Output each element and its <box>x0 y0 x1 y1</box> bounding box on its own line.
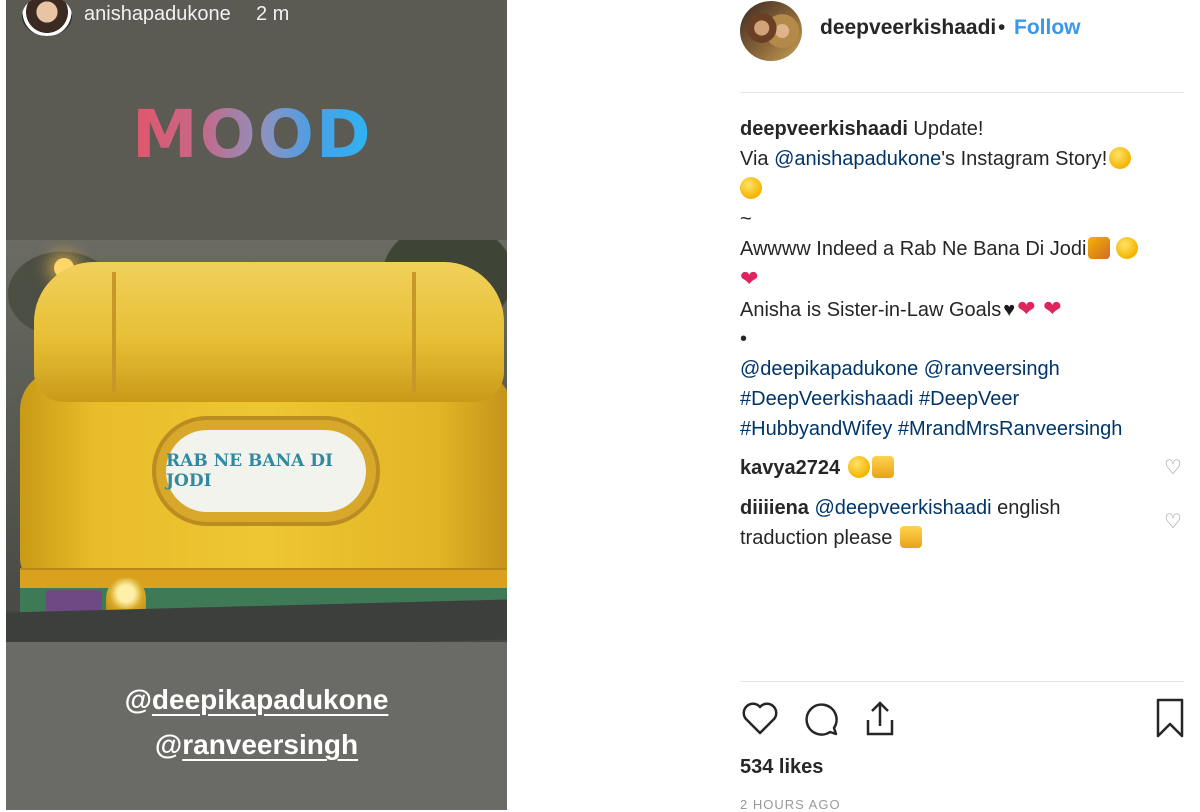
bookmark-icon[interactable] <box>1150 698 1190 738</box>
header-divider <box>740 92 1184 93</box>
follow-button[interactable]: Follow <box>1014 16 1081 40</box>
mood-sticker: MOOD <box>132 96 373 173</box>
story-username[interactable]: anishapadukone <box>84 3 231 26</box>
heart-eyes-emoji-icon <box>847 456 870 478</box>
wink-kiss-emoji-icon <box>740 177 762 199</box>
story-mention-deepika[interactable]: @deepikapadukone <box>6 684 507 716</box>
rickshaw-sign: RAB NE BANA DI JODI <box>152 416 380 526</box>
hashtag-hubbyandwifey[interactable]: #HubbyandWifey <box>740 418 892 440</box>
folded-hands-emoji-icon <box>899 526 922 548</box>
hashtag-deepveerkishaadi[interactable]: #DeepVeerkishaadi <box>740 388 913 410</box>
comment-username[interactable]: diiiiena <box>740 497 809 519</box>
caption-mention-anisha[interactable]: @anishapadukone <box>774 148 941 170</box>
rickshaw-roof <box>34 262 504 402</box>
story-photo: RAB NE BANA DI JODI <box>6 240 507 642</box>
story-panel: anishapadukone 2 m MOOD RAB NE BANA DI J… <box>6 0 507 810</box>
story-mention-ranveer[interactable]: @ranveersingh <box>6 729 507 761</box>
wink-kiss-emoji-icon <box>1109 147 1132 169</box>
heart-icon[interactable] <box>740 698 780 738</box>
sign-text: RAB NE BANA DI JODI <box>166 451 333 491</box>
hashtag-mrandmrsranveersingh[interactable]: #MrandMrsRanveersingh <box>898 418 1123 440</box>
comment-like-heart-icon[interactable]: ♡ <box>1164 509 1182 534</box>
caption-username[interactable]: deepveerkishaadi <box>740 118 908 140</box>
comment-like-heart-icon[interactable]: ♡ <box>1164 455 1182 480</box>
likes-count[interactable]: 534 likes <box>740 756 823 779</box>
hearts-emoji-icon: ❤ <box>1043 296 1062 321</box>
comment-username[interactable]: kavya2724 <box>740 457 840 479</box>
hearts-emoji-icon: ❤ <box>740 266 759 291</box>
couple-emoji-icon <box>1088 237 1111 259</box>
caption-tilde: ~ <box>740 208 752 230</box>
story-bottom-area <box>6 642 507 810</box>
story-time: 2 m <box>256 3 290 25</box>
caption-bullet: • <box>740 328 748 350</box>
heart-eyes-emoji-icon <box>1116 237 1139 259</box>
hashtag-deepveer[interactable]: #DeepVeer <box>919 388 1019 410</box>
share-icon[interactable] <box>860 698 900 738</box>
caption-mention-deepika[interactable]: @deepikapadukone <box>740 358 918 380</box>
black-heart-emoji-icon: ♥ <box>1003 299 1016 321</box>
hugging-hands-emoji-icon <box>871 456 894 478</box>
actions-divider <box>740 681 1184 682</box>
hearts-emoji-icon: ❤ <box>1017 296 1036 321</box>
separator-dot: • <box>998 16 1006 39</box>
comment-mention[interactable]: @deepveerkishaadi <box>814 497 991 519</box>
post-username[interactable]: deepveerkishaadi <box>820 16 996 40</box>
post-avatar[interactable] <box>740 1 802 61</box>
comment-icon[interactable] <box>800 698 840 738</box>
caption-mention-ranveer[interactable]: @ranveersingh <box>924 358 1060 380</box>
